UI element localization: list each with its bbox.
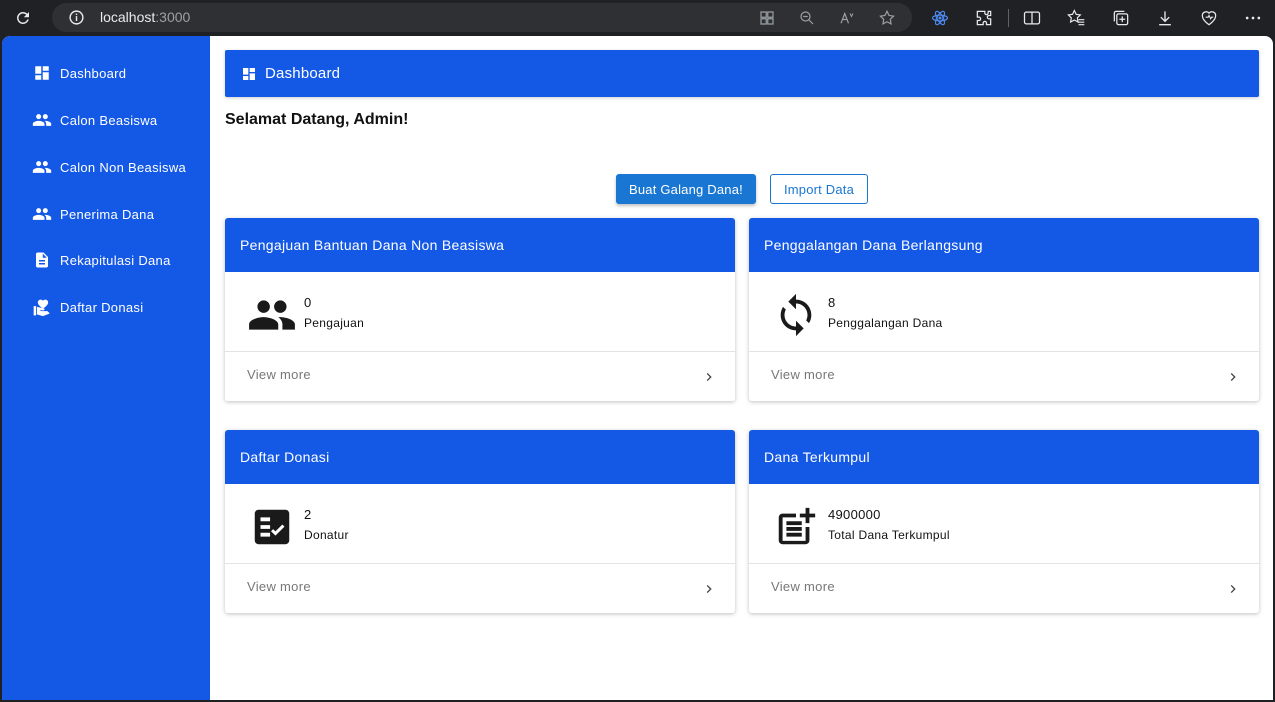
sync-icon <box>771 290 821 340</box>
import-data-button[interactable]: Import Data <box>770 174 868 204</box>
card-unit: Pengajuan <box>304 316 365 330</box>
card-title: Penggalangan Dana Berlangsung <box>764 237 983 253</box>
address-bar[interactable]: localhost:3000 <box>52 3 912 32</box>
main-content: Dashboard Selamat Datang, Admin! Buat Ga… <box>210 36 1273 700</box>
view-more-label: View more <box>247 367 311 382</box>
sidebar-item-label: Calon Beasiswa <box>60 112 158 128</box>
card-header: Daftar Donasi <box>225 430 735 484</box>
chevron-right-icon <box>1225 369 1241 385</box>
sidebar-item-calon-beasiswa[interactable]: Calon Beasiswa <box>2 100 210 140</box>
collections-icon[interactable] <box>1111 8 1131 28</box>
card-value: 4900000 <box>828 507 881 522</box>
view-more-link[interactable]: View more <box>749 563 1259 613</box>
document-icon <box>31 249 53 271</box>
favorites-icon[interactable] <box>1066 8 1086 28</box>
checklist-icon <box>247 502 297 552</box>
create-fundraising-button[interactable]: Buat Galang Dana! <box>616 174 756 204</box>
dashboard-icon <box>241 66 257 82</box>
url-text[interactable]: localhost:3000 <box>100 9 190 26</box>
toolbar-divider <box>1008 9 1009 27</box>
browser-essentials-icon[interactable] <box>1199 8 1219 28</box>
sidebar-item-penerima-dana[interactable]: Penerima Dana <box>2 194 210 234</box>
sidebar-item-label: Penerima Dana <box>60 206 155 222</box>
dashboard-icon <box>31 62 53 84</box>
card-title: Pengajuan Bantuan Dana Non Beasiswa <box>240 237 505 253</box>
people-icon <box>31 156 53 178</box>
sidebar-item-label: Daftar Donasi <box>60 299 144 315</box>
sidebar-item-calon-non-beasiswa[interactable]: Calon Non Beasiswa <box>2 147 210 187</box>
browser-toolbar: localhost:3000 <box>0 0 1275 36</box>
card-title: Dana Terkumpul <box>764 449 870 465</box>
app-window: Dashboard Calon Beasiswa Calon Non Beasi… <box>2 36 1273 700</box>
sidebar-item-daftar-donasi[interactable]: Daftar Donasi <box>2 287 210 327</box>
chevron-right-icon <box>1225 581 1241 597</box>
view-more-link[interactable]: View more <box>225 351 735 401</box>
card-title: Daftar Donasi <box>240 449 330 465</box>
view-more-label: View more <box>771 367 835 382</box>
card-header: Penggalangan Dana Berlangsung <box>749 218 1259 272</box>
card-unit: Donatur <box>304 528 349 542</box>
card-header: Dana Terkumpul <box>749 430 1259 484</box>
card-value: 0 <box>304 295 312 310</box>
sidebar-item-label: Calon Non Beasiswa <box>60 159 187 175</box>
chevron-right-icon <box>701 581 717 597</box>
people-icon <box>31 203 53 225</box>
extensions-puzzle-icon[interactable] <box>974 8 994 28</box>
sidebar: Dashboard Calon Beasiswa Calon Non Beasi… <box>2 36 210 700</box>
extension-react-icon[interactable] <box>930 8 950 28</box>
card-daftar-donasi: Daftar Donasi 2 Donatur View more <box>225 430 735 613</box>
card-penggalangan: Penggalangan Dana Berlangsung 8 Penggala… <box>749 218 1259 401</box>
app-grid-icon[interactable] <box>758 9 776 27</box>
people-icon <box>247 290 297 340</box>
sidebar-item-dashboard[interactable]: Dashboard <box>2 53 210 93</box>
page-title: Dashboard <box>265 65 341 82</box>
split-screen-icon[interactable] <box>1022 8 1042 28</box>
zoom-icon[interactable] <box>798 9 816 27</box>
post-add-icon <box>771 502 821 552</box>
people-icon <box>31 109 53 131</box>
volunteer-heart-icon <box>31 296 53 318</box>
read-aloud-icon[interactable] <box>838 9 856 27</box>
more-menu-icon[interactable] <box>1243 8 1263 28</box>
favorite-star-icon[interactable] <box>878 9 896 27</box>
card-header: Pengajuan Bantuan Dana Non Beasiswa <box>225 218 735 272</box>
card-pengajuan: Pengajuan Bantuan Dana Non Beasiswa 0 Pe… <box>225 218 735 401</box>
view-more-label: View more <box>247 579 311 594</box>
chevron-right-icon <box>701 369 717 385</box>
sidebar-item-label: Dashboard <box>60 65 127 81</box>
card-dana-terkumpul: Dana Terkumpul 4900000 Total Dana Terkum… <box>749 430 1259 613</box>
welcome-text: Selamat Datang, Admin! <box>225 111 409 128</box>
view-more-label: View more <box>771 579 835 594</box>
sidebar-item-rekapitulasi-dana[interactable]: Rekapitulasi Dana <box>2 240 210 280</box>
site-info-icon[interactable] <box>68 9 85 26</box>
view-more-link[interactable]: View more <box>225 563 735 613</box>
reload-icon[interactable] <box>12 7 34 29</box>
sidebar-item-label: Rekapitulasi Dana <box>60 252 171 268</box>
card-unit: Total Dana Terkumpul <box>828 528 950 542</box>
card-value: 2 <box>304 507 312 522</box>
view-more-link[interactable]: View more <box>749 351 1259 401</box>
card-value: 8 <box>828 295 836 310</box>
card-unit: Penggalangan Dana <box>828 316 943 330</box>
page-header: Dashboard <box>225 50 1259 97</box>
downloads-icon[interactable] <box>1155 8 1175 28</box>
